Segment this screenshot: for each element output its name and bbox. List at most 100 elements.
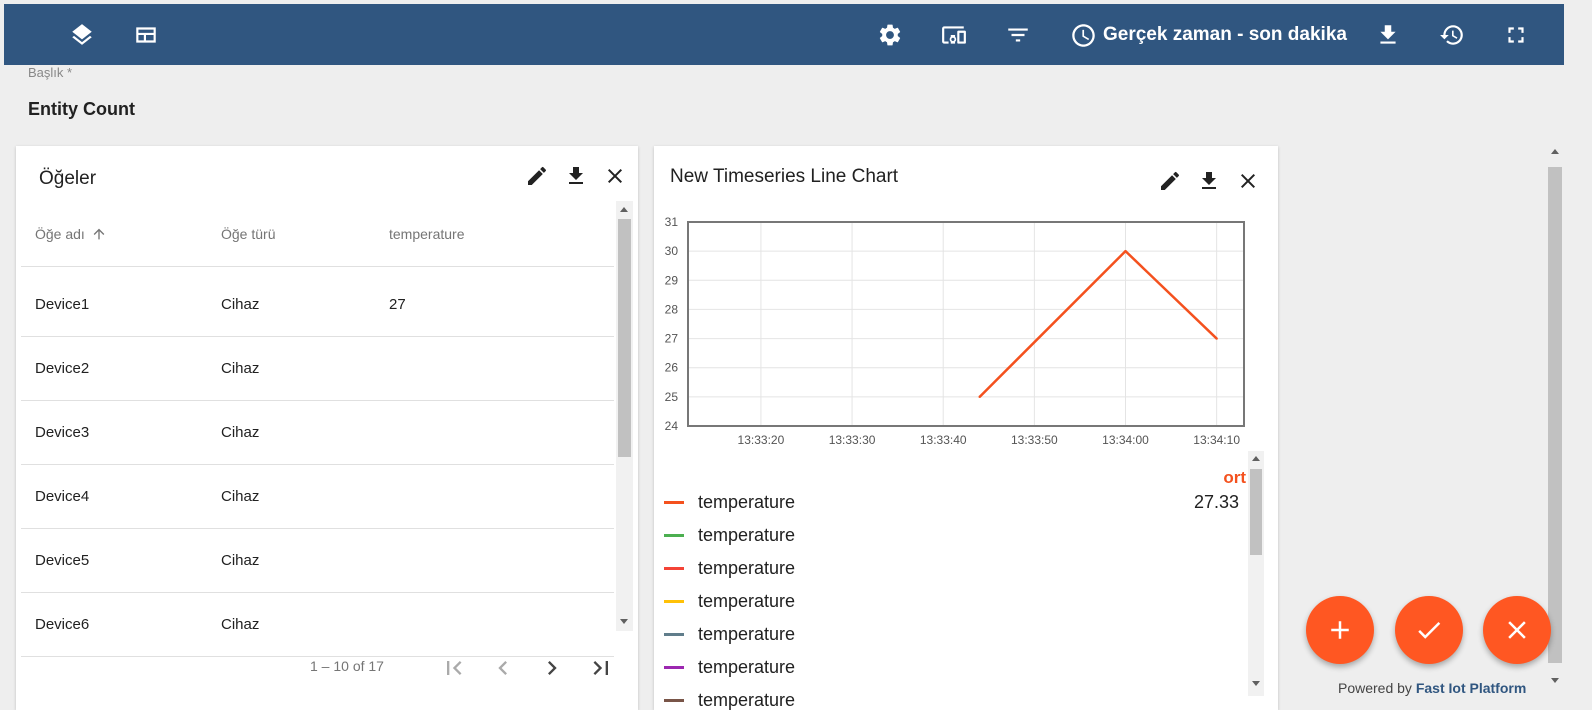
cell-entity-type: Cihaz xyxy=(221,423,260,441)
legend-swatch xyxy=(664,567,684,570)
clock-icon xyxy=(1072,23,1095,47)
cell-entity-name: Device4 xyxy=(35,487,90,505)
y-tick-label: 25 xyxy=(665,390,679,404)
legend-label: temperature xyxy=(698,525,796,545)
y-tick-label: 31 xyxy=(665,215,679,229)
data-point xyxy=(1124,249,1127,253)
x-tick-label: 13:34:10 xyxy=(1193,433,1240,447)
y-tick-label: 26 xyxy=(665,361,679,375)
apply-changes-button[interactable] xyxy=(1395,596,1463,664)
devices-icon[interactable] xyxy=(936,17,972,53)
legend-label: temperature xyxy=(698,624,796,644)
cell-temperature: 27 xyxy=(389,295,406,313)
legend-item[interactable]: temperature xyxy=(664,651,1239,684)
y-tick-label: 30 xyxy=(665,244,679,258)
legend-item[interactable]: temperature xyxy=(664,585,1239,618)
download-icon[interactable] xyxy=(1189,163,1228,199)
download-icon[interactable] xyxy=(1370,17,1406,53)
cell-entity-type: Cihaz xyxy=(221,295,260,313)
legend-swatch xyxy=(664,600,684,603)
legend-header-avg: ort xyxy=(1223,468,1246,487)
page-scrollbar[interactable] xyxy=(1546,145,1564,690)
widget-title: Öğeler xyxy=(39,168,97,189)
table-row[interactable]: Device5 Cihaz xyxy=(21,528,614,593)
data-point xyxy=(1215,337,1218,340)
table-row[interactable]: Device3 Cihaz xyxy=(21,400,614,465)
close-icon[interactable] xyxy=(1228,163,1267,199)
cell-entity-type: Cihaz xyxy=(221,487,260,505)
first-page-icon[interactable] xyxy=(434,648,474,688)
legend-swatch xyxy=(664,501,684,504)
legend-label: temperature xyxy=(698,690,796,710)
legend-swatch xyxy=(664,666,684,669)
legend-item[interactable]: temperature xyxy=(664,552,1239,585)
legend-item[interactable]: temperature 27.33 xyxy=(664,486,1239,519)
powered-by-link[interactable]: Fast Iot Platform xyxy=(1416,680,1526,696)
table-row[interactable]: Device4 Cihaz xyxy=(21,464,614,529)
legend-label: temperature xyxy=(698,657,796,677)
legend-avg-value: 27.33 xyxy=(1193,492,1239,512)
title-field-label: Başlık * xyxy=(28,65,73,80)
legend-item[interactable]: temperature xyxy=(664,618,1239,651)
paginator-range: 1 – 10 of 17 xyxy=(310,658,384,674)
edit-icon[interactable] xyxy=(1150,163,1189,199)
table-header: Öğe adı Öğe türü temperature xyxy=(21,202,614,267)
table-scrollbar[interactable] xyxy=(616,201,633,631)
y-tick-label: 29 xyxy=(665,273,679,287)
dashboard-title-input[interactable]: Entity Count xyxy=(28,99,135,120)
table-paginator: 1 – 10 of 17 xyxy=(16,632,638,706)
legend-label: temperature xyxy=(698,492,796,512)
cell-entity-type: Cihaz xyxy=(221,359,260,377)
widget-title: New Timeseries Line Chart xyxy=(670,166,899,187)
layers-icon[interactable] xyxy=(64,17,100,53)
download-icon[interactable] xyxy=(556,158,595,194)
timewindow-selector[interactable]: Gerçek zaman - son dakika xyxy=(1070,17,1347,53)
dashboard-toolbar: Gerçek zaman - son dakika xyxy=(4,4,1564,65)
x-tick-label: 13:33:20 xyxy=(738,433,785,447)
column-header-temperature[interactable]: temperature xyxy=(389,202,464,266)
legend-swatch xyxy=(664,699,684,702)
settings-icon[interactable] xyxy=(872,17,908,53)
last-page-icon[interactable] xyxy=(581,648,621,688)
cell-entity-name: Device2 xyxy=(35,359,90,377)
entities-table-widget: Öğeler Öğe adı Öğe türü temperature Devi… xyxy=(16,146,638,710)
line-chart: 24 25 26 27 28 29 30 31 13:33:20 13:33:30 13:33:40… xyxy=(665,215,1245,447)
x-tick-label: 13:33:30 xyxy=(829,433,876,447)
cell-entity-name: Device5 xyxy=(35,551,90,569)
add-widget-button[interactable] xyxy=(1306,596,1374,664)
legend-swatch xyxy=(664,534,684,537)
timewindow-label: Gerçek zaman - son dakika xyxy=(1103,24,1347,45)
previous-page-icon[interactable] xyxy=(483,648,523,688)
column-header-type[interactable]: Öğe türü xyxy=(221,202,275,266)
cell-entity-type: Cihaz xyxy=(221,551,260,569)
legend-scrollbar[interactable] xyxy=(1248,451,1264,696)
close-icon[interactable] xyxy=(595,158,634,194)
legend-label: temperature xyxy=(698,591,796,611)
x-tick-label: 13:33:40 xyxy=(920,433,967,447)
close-icon xyxy=(1508,621,1526,639)
dashboard-layout-icon[interactable] xyxy=(128,17,164,53)
table-row[interactable]: Device2 Cihaz xyxy=(21,336,614,401)
y-tick-label: 27 xyxy=(665,332,679,346)
filter-icon[interactable] xyxy=(1000,17,1036,53)
table-row[interactable]: Device1 Cihaz 27 xyxy=(21,272,614,337)
data-point xyxy=(978,395,981,399)
next-page-icon[interactable] xyxy=(532,648,572,688)
x-tick-label: 13:34:00 xyxy=(1102,433,1149,447)
x-tick-label: 13:33:50 xyxy=(1011,433,1058,447)
cell-entity-name: Device3 xyxy=(35,423,90,441)
powered-by: Powered by Fast Iot Platform xyxy=(1338,680,1527,696)
legend-label: temperature xyxy=(698,558,796,578)
edit-icon[interactable] xyxy=(517,158,556,194)
column-header-name[interactable]: Öğe adı xyxy=(35,202,107,266)
arrow-up-icon xyxy=(93,228,105,240)
legend-item[interactable]: temperature xyxy=(664,684,1239,710)
add-icon xyxy=(1331,621,1349,639)
decline-changes-button[interactable] xyxy=(1483,596,1551,664)
check-icon xyxy=(1418,621,1441,639)
fullscreen-icon[interactable] xyxy=(1498,17,1534,53)
history-icon[interactable] xyxy=(1434,17,1470,53)
cell-entity-name: Device1 xyxy=(35,295,90,313)
legend-item[interactable]: temperature xyxy=(664,519,1239,552)
timeseries-chart-widget: New Timeseries Line Chart 24 25 26 27 28 29 30… xyxy=(654,146,1278,710)
